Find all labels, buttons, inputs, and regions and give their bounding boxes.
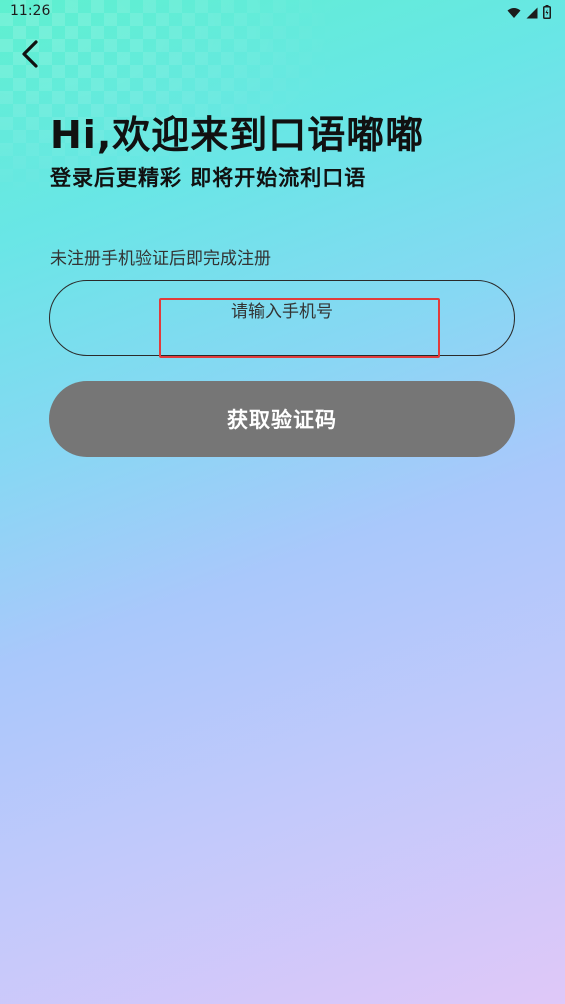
phone-input-container <box>49 280 515 356</box>
status-bar: 11:26 <box>0 0 565 24</box>
registration-hint: 未注册手机验证后即完成注册 <box>50 249 271 269</box>
status-time: 11:26 <box>10 3 51 19</box>
phone-number-input[interactable] <box>50 281 514 355</box>
get-verification-code-button[interactable]: 获取验证码 <box>49 381 515 457</box>
battery-icon <box>543 4 551 23</box>
page-title: Hi,欢迎来到口语嘟嘟 <box>50 113 425 157</box>
signal-icon <box>526 4 538 23</box>
wifi-icon <box>507 4 521 23</box>
back-button[interactable] <box>12 36 48 72</box>
page-subtitle: 登录后更精彩 即将开始流利口语 <box>50 166 367 190</box>
chevron-left-icon <box>22 40 38 68</box>
status-icons <box>507 4 551 23</box>
